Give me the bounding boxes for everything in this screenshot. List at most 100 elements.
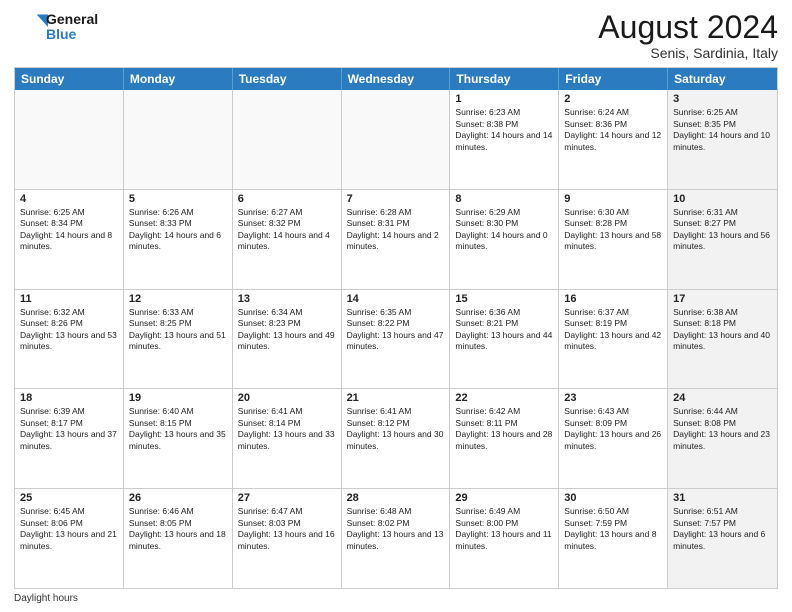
day-info: Sunrise: 6:32 AM Sunset: 8:26 PM Dayligh… [20,307,118,353]
calendar-header-row: SundayMondayTuesdayWednesdayThursdayFrid… [15,68,777,90]
cal-day-7: 7 Sunrise: 6:28 AM Sunset: 8:31 PM Daylig… [342,190,451,289]
cal-day-9: 9 Sunrise: 6:30 AM Sunset: 8:28 PM Daylig… [559,190,668,289]
day-info: Sunrise: 6:46 AM Sunset: 8:05 PM Dayligh… [129,506,227,552]
day-number: 19 [129,392,227,404]
day-number: 12 [129,293,227,305]
cal-header-tuesday: Tuesday [233,68,342,90]
day-number: 4 [20,193,118,205]
day-info: Sunrise: 6:43 AM Sunset: 8:09 PM Dayligh… [564,406,662,452]
day-info: Sunrise: 6:41 AM Sunset: 8:12 PM Dayligh… [347,406,445,452]
logo-general: General [46,12,98,27]
cal-day-25: 25 Sunrise: 6:45 AM Sunset: 8:06 PM Dayli… [15,489,124,588]
cal-day-26: 26 Sunrise: 6:46 AM Sunset: 8:05 PM Dayli… [124,489,233,588]
cal-week-1: 1 Sunrise: 6:23 AM Sunset: 8:38 PM Daylig… [15,90,777,190]
cal-day-empty [124,90,233,189]
calendar: SundayMondayTuesdayWednesdayThursdayFrid… [14,67,778,589]
day-number: 28 [347,492,445,504]
logo: GeneralBlue [14,10,98,44]
day-number: 3 [673,93,772,105]
cal-day-19: 19 Sunrise: 6:40 AM Sunset: 8:15 PM Dayli… [124,389,233,488]
cal-day-24: 24Sunrise: 6:44 AM Sunset: 8:08 PM Dayli… [668,389,777,488]
day-info: Sunrise: 6:39 AM Sunset: 8:17 PM Dayligh… [20,406,118,452]
cal-day-6: 6 Sunrise: 6:27 AM Sunset: 8:32 PM Daylig… [233,190,342,289]
footer-note: Daylight hours [14,593,778,604]
day-info: Sunrise: 6:42 AM Sunset: 8:11 PM Dayligh… [455,406,553,452]
logo-icon [14,10,48,44]
day-info: Sunrise: 6:51 AM Sunset: 7:57 PM Dayligh… [673,506,772,552]
cal-day-18: 18 Sunrise: 6:39 AM Sunset: 8:17 PM Dayli… [15,389,124,488]
day-info: Sunrise: 6:25 AM Sunset: 8:35 PM Dayligh… [673,107,772,153]
day-number: 22 [455,392,553,404]
day-number: 16 [564,293,662,305]
day-number: 9 [564,193,662,205]
day-info: Sunrise: 6:34 AM Sunset: 8:23 PM Dayligh… [238,307,336,353]
cal-header-saturday: Saturday [668,68,777,90]
cal-day-31: 31 Sunrise: 6:51 AM Sunset: 7:57 PM Dayli… [668,489,777,588]
day-number: 24 [673,392,772,404]
cal-header-monday: Monday [124,68,233,90]
day-number: 13 [238,293,336,305]
day-info: Sunrise: 6:35 AM Sunset: 8:22 PM Dayligh… [347,307,445,353]
day-number: 25 [20,492,118,504]
cal-day-1: 1 Sunrise: 6:23 AM Sunset: 8:38 PM Daylig… [450,90,559,189]
day-info: Sunrise: 6:49 AM Sunset: 8:00 PM Dayligh… [455,506,553,552]
day-info: Sunrise: 6:33 AM Sunset: 8:25 PM Dayligh… [129,307,227,353]
cal-day-16: 16Sunrise: 6:37 AM Sunset: 8:19 PM Dayli… [559,290,668,389]
cal-day-10: 10Sunrise: 6:31 AM Sunset: 8:27 PM Dayli… [668,190,777,289]
day-number: 31 [673,492,772,504]
day-number: 1 [455,93,553,105]
cal-day-13: 13 Sunrise: 6:34 AM Sunset: 8:23 PM Dayli… [233,290,342,389]
day-info: Sunrise: 6:48 AM Sunset: 8:02 PM Dayligh… [347,506,445,552]
cal-day-23: 23Sunrise: 6:43 AM Sunset: 8:09 PM Dayli… [559,389,668,488]
day-number: 30 [564,492,662,504]
cal-day-28: 28 Sunrise: 6:48 AM Sunset: 8:02 PM Dayli… [342,489,451,588]
cal-header-friday: Friday [559,68,668,90]
day-info: Sunrise: 6:28 AM Sunset: 8:31 PM Dayligh… [347,207,445,253]
cal-header-thursday: Thursday [450,68,559,90]
cal-day-5: 5 Sunrise: 6:26 AM Sunset: 8:33 PM Daylig… [124,190,233,289]
cal-day-30: 30 Sunrise: 6:50 AM Sunset: 7:59 PM Dayli… [559,489,668,588]
cal-day-8: 8 Sunrise: 6:29 AM Sunset: 8:30 PM Daylig… [450,190,559,289]
day-info: Sunrise: 6:40 AM Sunset: 8:15 PM Dayligh… [129,406,227,452]
cal-day-2: 2 Sunrise: 6:24 AM Sunset: 8:36 PM Daylig… [559,90,668,189]
day-number: 26 [129,492,227,504]
day-info: Sunrise: 6:30 AM Sunset: 8:28 PM Dayligh… [564,207,662,253]
main-title: August 2024 [598,10,778,45]
day-number: 21 [347,392,445,404]
day-info: Sunrise: 6:24 AM Sunset: 8:36 PM Dayligh… [564,107,662,153]
cal-week-4: 18 Sunrise: 6:39 AM Sunset: 8:17 PM Dayli… [15,389,777,489]
day-info: Sunrise: 6:25 AM Sunset: 8:34 PM Dayligh… [20,207,118,253]
day-number: 20 [238,392,336,404]
day-info: Sunrise: 6:41 AM Sunset: 8:14 PM Dayligh… [238,406,336,452]
subtitle: Senis, Sardinia, Italy [598,45,778,61]
day-info: Sunrise: 6:27 AM Sunset: 8:32 PM Dayligh… [238,207,336,253]
title-block: August 2024 Senis, Sardinia, Italy [598,10,778,61]
day-number: 2 [564,93,662,105]
cal-header-sunday: Sunday [15,68,124,90]
day-number: 8 [455,193,553,205]
day-number: 10 [673,193,772,205]
day-info: Sunrise: 6:29 AM Sunset: 8:30 PM Dayligh… [455,207,553,253]
day-number: 7 [347,193,445,205]
day-info: Sunrise: 6:23 AM Sunset: 8:38 PM Dayligh… [455,107,553,153]
cal-day-22: 22 Sunrise: 6:42 AM Sunset: 8:11 PM Dayli… [450,389,559,488]
cal-day-20: 20 Sunrise: 6:41 AM Sunset: 8:14 PM Dayli… [233,389,342,488]
cal-day-12: 12 Sunrise: 6:33 AM Sunset: 8:25 PM Dayli… [124,290,233,389]
cal-day-empty [15,90,124,189]
cal-day-empty [233,90,342,189]
cal-day-15: 15Sunrise: 6:36 AM Sunset: 8:21 PM Dayli… [450,290,559,389]
day-number: 17 [673,293,772,305]
day-number: 18 [20,392,118,404]
day-info: Sunrise: 6:50 AM Sunset: 7:59 PM Dayligh… [564,506,662,552]
cal-day-17: 17 Sunrise: 6:38 AM Sunset: 8:18 PM Dayli… [668,290,777,389]
day-number: 5 [129,193,227,205]
day-number: 14 [347,293,445,305]
day-info: Sunrise: 6:38 AM Sunset: 8:18 PM Dayligh… [673,307,772,353]
day-number: 29 [455,492,553,504]
day-number: 6 [238,193,336,205]
calendar-body: 1 Sunrise: 6:23 AM Sunset: 8:38 PM Daylig… [15,90,777,588]
cal-week-2: 4 Sunrise: 6:25 AM Sunset: 8:34 PM Daylig… [15,190,777,290]
day-info: Sunrise: 6:45 AM Sunset: 8:06 PM Dayligh… [20,506,118,552]
day-info: Sunrise: 6:47 AM Sunset: 8:03 PM Dayligh… [238,506,336,552]
day-info: Sunrise: 6:26 AM Sunset: 8:33 PM Dayligh… [129,207,227,253]
